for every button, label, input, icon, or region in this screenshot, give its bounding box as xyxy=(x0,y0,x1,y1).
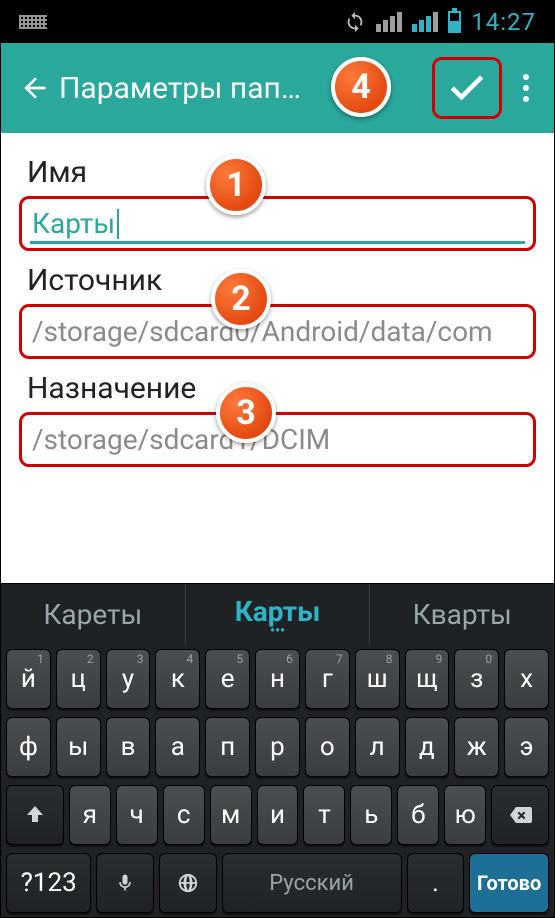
keyboard-row-2: фывапролджэ xyxy=(1,713,554,781)
key-й[interactable]: й1 xyxy=(6,649,51,709)
key-к[interactable]: к4 xyxy=(155,649,200,709)
suggestion-bar: Кареты Карты••• Кварты xyxy=(1,583,554,645)
key-ч[interactable]: ч xyxy=(116,785,158,845)
keyboard-row-3: ячсмитьбю xyxy=(1,781,554,849)
key-ь[interactable]: ь xyxy=(350,785,392,845)
key-щ[interactable]: щ9 xyxy=(405,649,450,709)
done-key[interactable]: Готово xyxy=(469,853,549,913)
keyboard-row-4: ?123 Русский . Готово xyxy=(1,849,554,917)
period-key[interactable]: . xyxy=(407,853,465,913)
key-д[interactable]: д xyxy=(405,717,450,777)
key-ы[interactable]: ы xyxy=(56,717,101,777)
key-ш[interactable]: ш8 xyxy=(355,649,400,709)
key-п[interactable]: п xyxy=(205,717,250,777)
key-м[interactable]: м xyxy=(210,785,252,845)
space-key[interactable]: Русский xyxy=(222,853,402,913)
key-н[interactable]: н6 xyxy=(255,649,300,709)
destination-input-value: /storage/sdcard1/DCIM xyxy=(32,423,330,456)
key-ф[interactable]: ф xyxy=(6,717,51,777)
confirm-button[interactable] xyxy=(432,57,502,119)
key-я[interactable]: я xyxy=(69,785,111,845)
status-bar: 14:27 xyxy=(1,1,554,43)
clock: 14:27 xyxy=(471,8,536,36)
suggestion-2[interactable]: Карты••• xyxy=(186,584,371,645)
key-э[interactable]: э xyxy=(504,717,549,777)
soft-keyboard: Кареты Карты••• Кварты й1ц2у3к4е5н6г7ш8щ… xyxy=(1,583,554,917)
folder-params-form: Имя Карты Источник /storage/sdcard0/Andr… xyxy=(1,133,554,485)
source-label: Источник xyxy=(27,263,536,298)
signal-icon-2 xyxy=(412,12,438,32)
name-label: Имя xyxy=(27,155,536,190)
keyboard-status-icon xyxy=(19,15,47,29)
key-ж[interactable]: ж xyxy=(454,717,499,777)
key-ю[interactable]: ю xyxy=(444,785,486,845)
key-з[interactable]: з0 xyxy=(454,649,499,709)
key-т[interactable]: т xyxy=(303,785,345,845)
annotation-badge-2: 2 xyxy=(211,269,271,329)
sync-icon xyxy=(344,11,366,33)
key-р[interactable]: р xyxy=(255,717,300,777)
suggestion-1[interactable]: Кареты xyxy=(1,584,186,645)
key-а[interactable]: а xyxy=(155,717,200,777)
key-у[interactable]: у3 xyxy=(106,649,151,709)
overflow-menu-button[interactable] xyxy=(508,74,544,102)
key-х[interactable]: х xyxy=(504,649,549,709)
annotation-badge-3: 3 xyxy=(216,383,276,443)
key-и[interactable]: и xyxy=(257,785,299,845)
destination-label: Назначение xyxy=(27,371,536,406)
key-е[interactable]: е5 xyxy=(205,649,250,709)
globe-key[interactable] xyxy=(159,853,217,913)
battery-icon xyxy=(448,11,461,33)
name-input[interactable]: Карты xyxy=(19,196,536,251)
suggestion-3[interactable]: Кварты xyxy=(370,584,554,645)
back-button[interactable] xyxy=(11,64,59,112)
key-г[interactable]: г7 xyxy=(305,649,350,709)
text-cursor xyxy=(117,209,119,239)
voice-key[interactable] xyxy=(96,853,154,913)
backspace-key[interactable] xyxy=(491,785,549,845)
source-input[interactable]: /storage/sdcard0/Android/data/com xyxy=(19,304,536,359)
key-в[interactable]: в xyxy=(106,717,151,777)
key-л[interactable]: л xyxy=(355,717,400,777)
signal-icon xyxy=(376,12,402,32)
annotation-badge-1: 1 xyxy=(206,155,266,215)
key-б[interactable]: б xyxy=(397,785,439,845)
key-ц[interactable]: ц2 xyxy=(56,649,101,709)
app-bar: Параметры пап… xyxy=(1,43,554,133)
key-о[interactable]: о xyxy=(305,717,350,777)
name-input-value: Карты xyxy=(32,207,115,240)
destination-input[interactable]: /storage/sdcard1/DCIM xyxy=(19,412,536,467)
symbols-key[interactable]: ?123 xyxy=(6,853,91,913)
key-с[interactable]: с xyxy=(163,785,205,845)
keyboard-row-1: й1ц2у3к4е5н6г7ш8щ9з0х xyxy=(1,645,554,713)
annotation-badge-4: 4 xyxy=(331,57,391,117)
shift-key[interactable] xyxy=(6,785,64,845)
